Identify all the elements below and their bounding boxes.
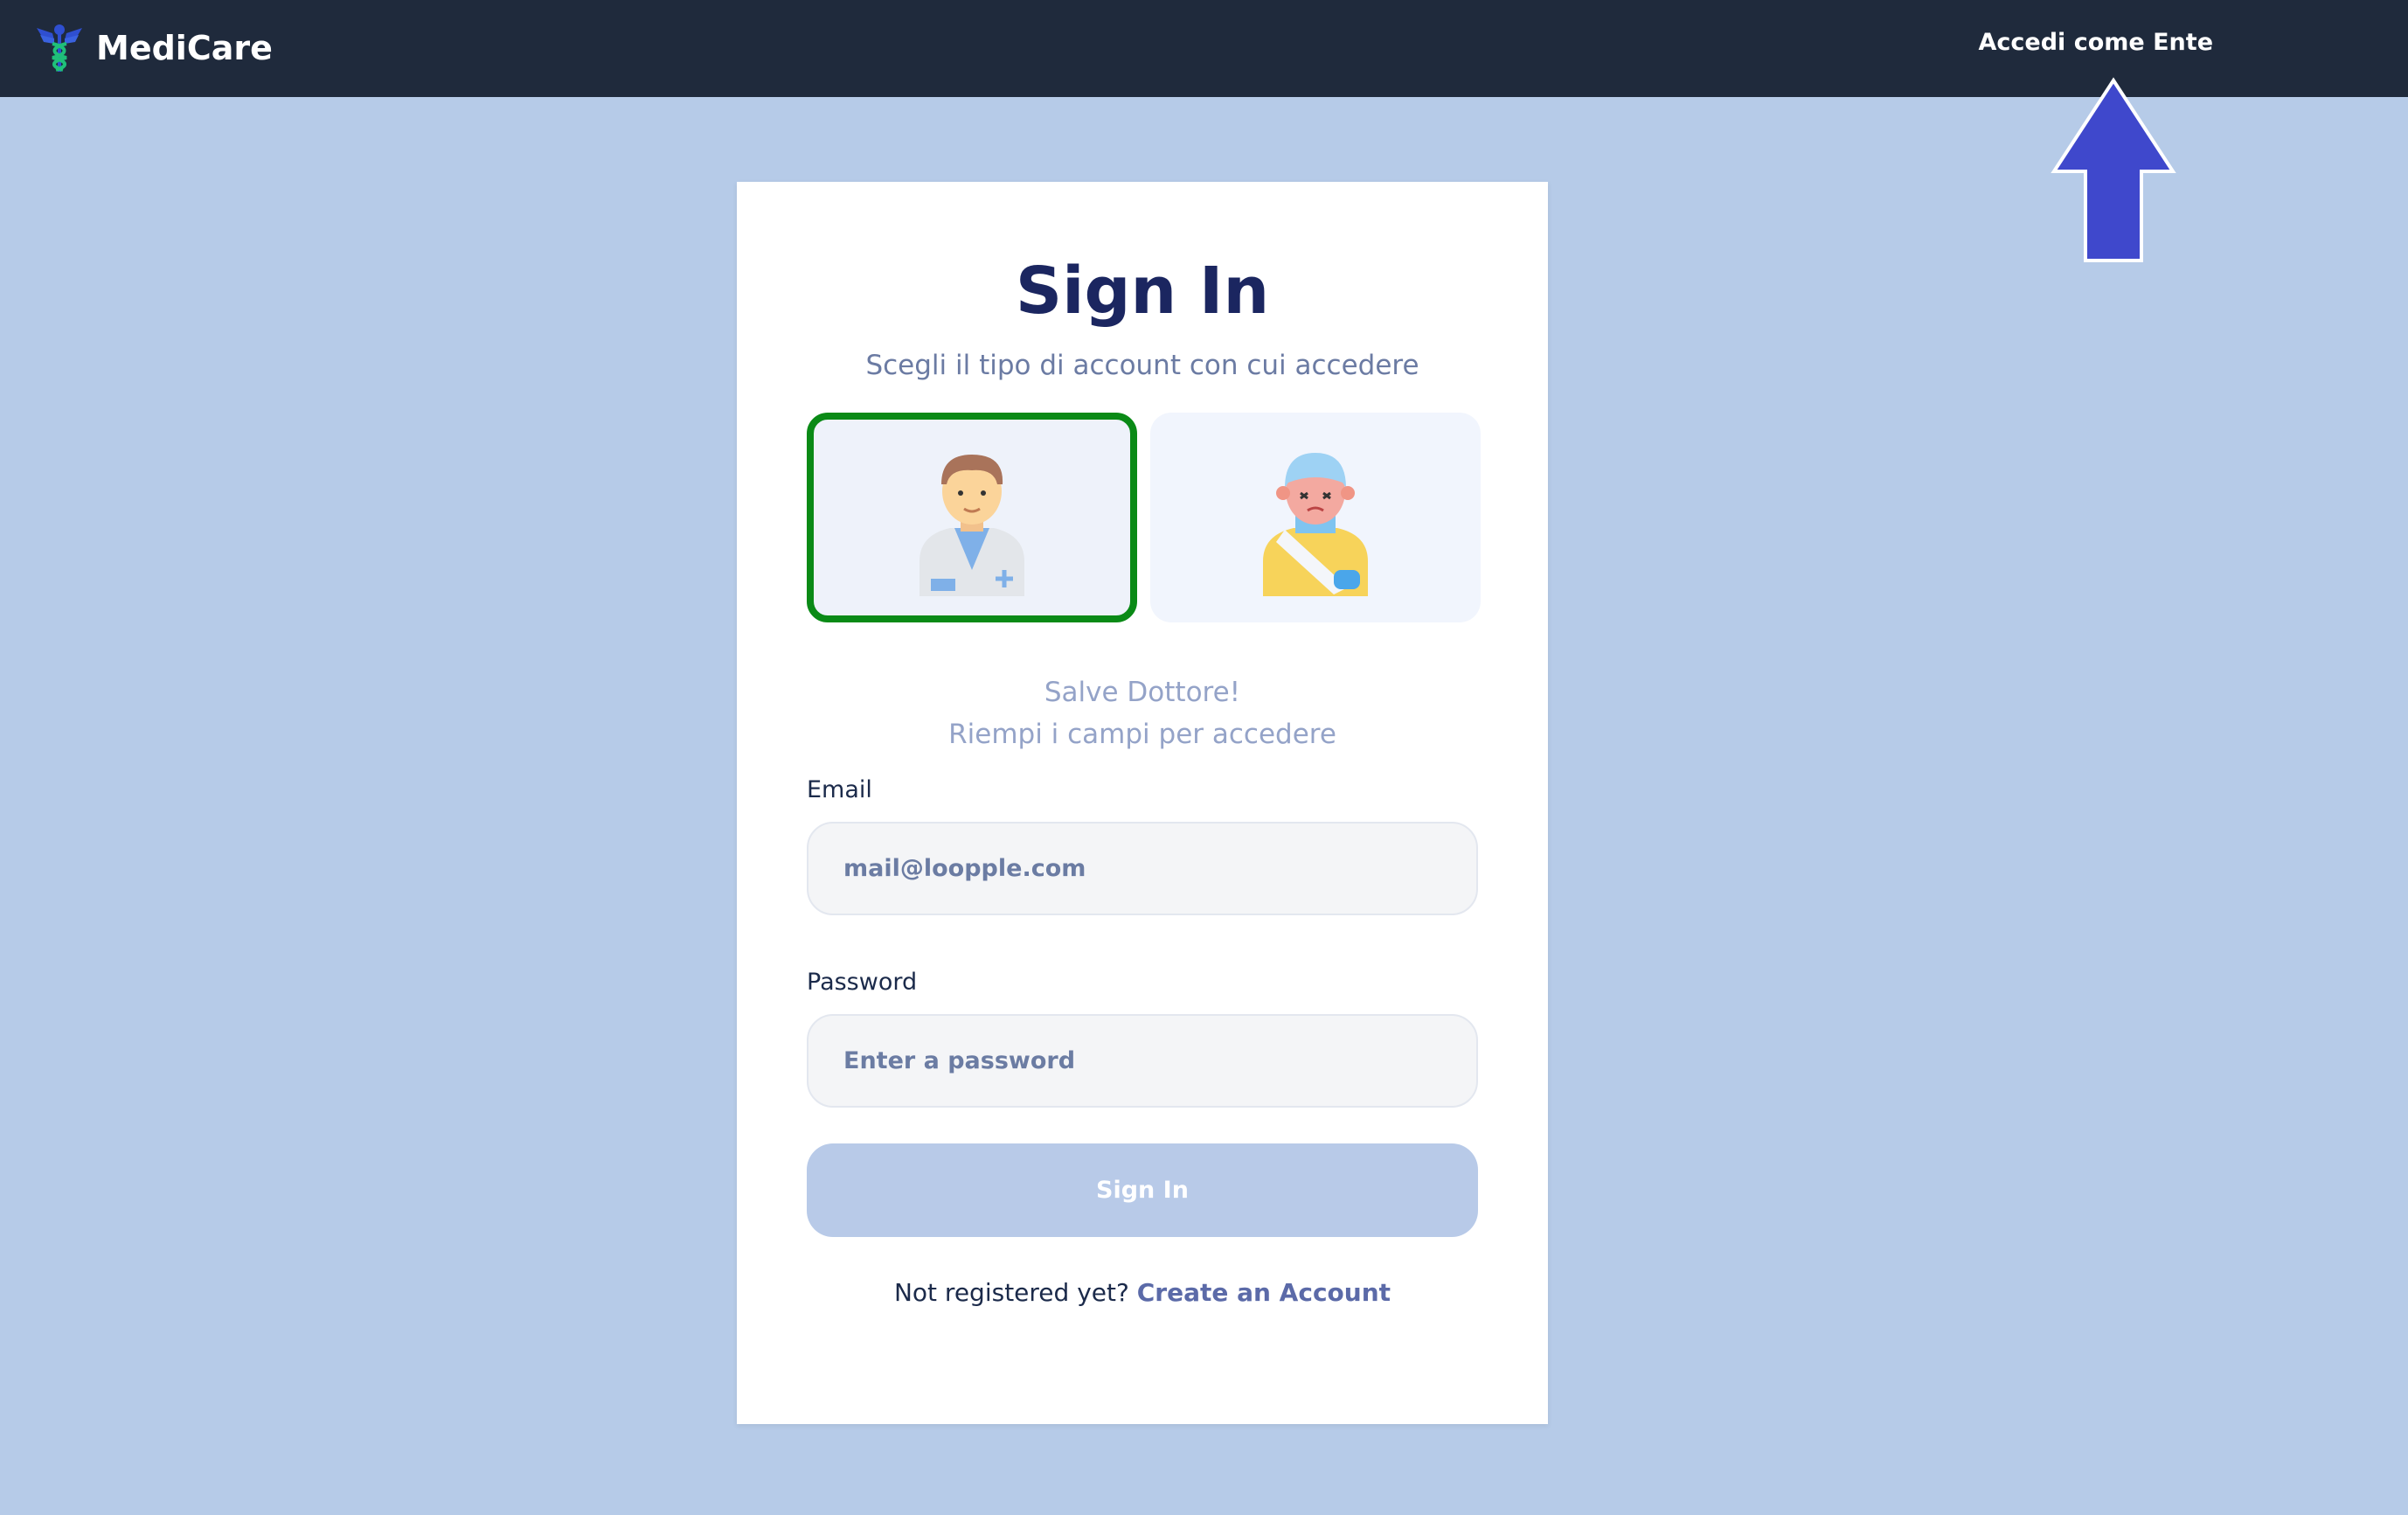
register-prompt: Not registered yet?: [893, 1278, 1129, 1307]
login-as-entity-link[interactable]: Accedi come Ente: [1979, 29, 2213, 56]
up-arrow-annotation-icon: [2051, 77, 2176, 262]
brand[interactable]: MediCare: [33, 19, 273, 77]
email-input[interactable]: [807, 822, 1478, 915]
page-title: Sign In: [1015, 254, 1270, 329]
subtitle: Scegli il tipo di account con cui accede…: [865, 350, 1419, 381]
create-account-link[interactable]: Create an Account: [1137, 1278, 1391, 1307]
register-prompt-line: Not registered yet? Create an Account: [737, 1278, 1548, 1307]
email-label: Email: [807, 776, 872, 803]
doctor-avatar-icon: [919, 455, 1024, 596]
greeting-instructions: Riempi i campi per accedere: [948, 719, 1336, 750]
sign-in-card: Sign In Scegli il tipo di account con cu…: [737, 182, 1548, 1424]
greeting-title: Salve Dottore!: [1044, 677, 1241, 708]
injured-patient-avatar-icon: [1263, 453, 1368, 596]
password-label: Password: [807, 969, 918, 996]
greeting: Salve Dottore! Riempi i campi per accede…: [737, 671, 1548, 755]
role-option-doctor[interactable]: [807, 413, 1137, 622]
password-input[interactable]: [807, 1014, 1478, 1108]
sign-in-button[interactable]: Sign In: [807, 1143, 1478, 1237]
caduceus-logo-icon: [37, 24, 82, 72]
top-navbar: MediCare Accedi come Ente: [0, 0, 2408, 97]
role-option-patient[interactable]: [1150, 413, 1481, 622]
brand-name: MediCare: [96, 29, 273, 67]
